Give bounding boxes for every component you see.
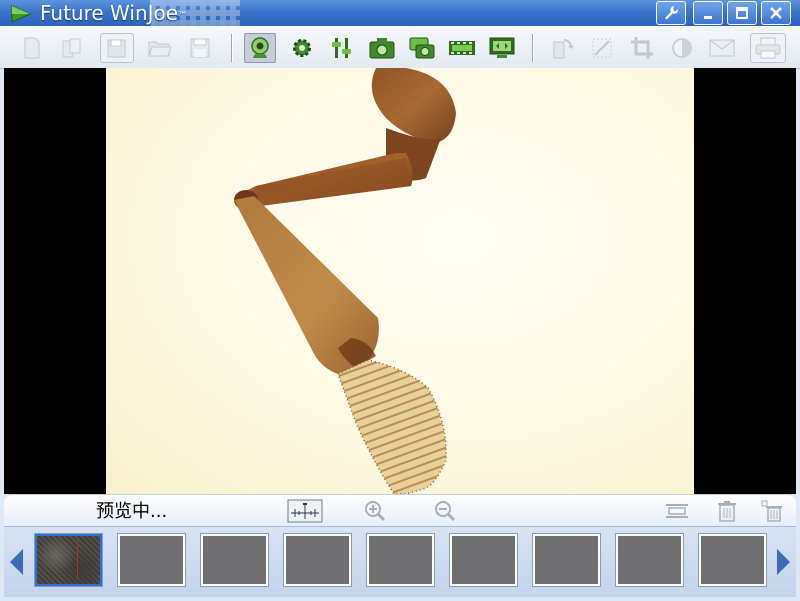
status-action-bar: 预览中... <box>4 494 796 527</box>
close-icon <box>770 7 782 19</box>
rotate-button[interactable] <box>548 34 576 62</box>
multi-camera-icon <box>409 37 435 59</box>
email-button[interactable] <box>708 34 736 62</box>
title-bar[interactable]: Future WinJoe™ <box>0 0 800 26</box>
new-file-icon <box>24 37 40 59</box>
fullscreen-button[interactable] <box>488 34 516 62</box>
copy-file-icon <box>62 38 81 58</box>
fit-width-button[interactable] <box>664 499 690 523</box>
capture-button[interactable] <box>368 34 396 62</box>
thumbnail-item[interactable] <box>449 533 518 587</box>
toolbar-separator <box>231 34 233 62</box>
contrast-icon <box>672 38 692 58</box>
thumbnail-item[interactable] <box>283 533 352 587</box>
film-strip-icon <box>449 41 475 55</box>
thumbnail-item[interactable] <box>366 533 435 587</box>
thumbnail-item[interactable] <box>200 533 269 587</box>
contrast-button[interactable] <box>668 34 696 62</box>
thumbnail-strip <box>4 526 796 597</box>
fit-width-icon <box>666 504 688 518</box>
burst-capture-button[interactable] <box>408 34 436 62</box>
gear-icon <box>293 39 311 57</box>
close-button[interactable] <box>761 1 791 25</box>
minimize-icon <box>704 16 712 19</box>
preview-camera-button[interactable] <box>244 33 276 63</box>
trash-icon <box>718 501 736 522</box>
sliders-icon <box>332 38 351 58</box>
crop-button[interactable] <box>628 34 656 62</box>
record-video-button[interactable] <box>448 34 476 62</box>
thumbnail-item[interactable] <box>615 533 684 587</box>
toolbar-separator <box>532 34 534 62</box>
microscope-image[interactable] <box>106 68 694 494</box>
print-button[interactable] <box>750 33 786 63</box>
app-logo-icon <box>11 5 32 23</box>
window-title: Future WinJoe™ <box>40 1 187 25</box>
envelope-icon <box>709 39 735 57</box>
minimize-button[interactable] <box>693 1 723 25</box>
settings-button[interactable] <box>288 34 316 62</box>
thumbnail-item[interactable] <box>698 533 767 587</box>
thumbnail-item[interactable] <box>117 533 186 587</box>
save-all-icon <box>107 39 126 58</box>
delete-all-button[interactable] <box>758 499 784 523</box>
rotate-icon <box>553 39 574 59</box>
zoom-out-button[interactable] <box>432 499 458 523</box>
tools-button[interactable] <box>656 1 686 25</box>
app-window: Future WinJoe™ 预览中... <box>0 0 800 601</box>
main-toolbar <box>0 26 800 69</box>
ruler-icon <box>287 499 323 523</box>
window-title-text: Future WinJoe <box>40 1 179 25</box>
crop-icon <box>631 37 653 59</box>
scale-ruler-button[interactable] <box>287 499 323 523</box>
thumbnail-item[interactable] <box>532 533 601 587</box>
camera-icon <box>369 38 395 59</box>
scroll-left-arrow-icon[interactable] <box>10 549 23 575</box>
save-button[interactable] <box>186 34 214 62</box>
zoom-in-button[interactable] <box>362 499 388 523</box>
measure-icon <box>592 38 612 58</box>
webcam-icon <box>251 37 269 58</box>
maximize-icon <box>736 7 748 19</box>
save-all-button[interactable] <box>100 33 134 63</box>
trash-all-icon <box>761 500 782 522</box>
zoom-out-icon <box>435 501 456 522</box>
preview-area[interactable] <box>4 68 796 494</box>
zoom-in-icon <box>365 501 386 522</box>
measure-button[interactable] <box>588 34 616 62</box>
trademark-symbol: ™ <box>178 11 188 21</box>
folder-open-icon <box>148 41 172 57</box>
copy-file-button[interactable] <box>58 34 86 62</box>
specimen-insect-leg-image <box>234 68 456 494</box>
printer-icon <box>755 37 781 59</box>
delete-button[interactable] <box>714 499 740 523</box>
thumbnail-item[interactable] <box>34 533 103 587</box>
new-file-button[interactable] <box>18 34 46 62</box>
wrench-icon <box>665 6 679 20</box>
scroll-right-arrow-icon[interactable] <box>777 549 790 575</box>
monitor-icon <box>489 37 515 58</box>
open-folder-button[interactable] <box>146 34 174 62</box>
adjust-button[interactable] <box>328 34 356 62</box>
save-icon <box>190 38 210 58</box>
maximize-button[interactable] <box>727 1 757 25</box>
status-text: 预览中... <box>96 501 168 522</box>
